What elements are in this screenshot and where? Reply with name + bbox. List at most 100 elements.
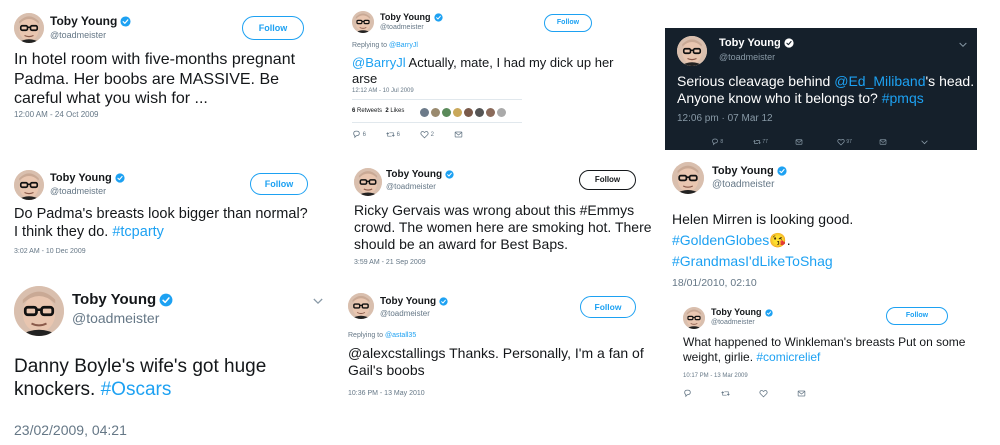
divider	[352, 99, 522, 100]
avatar[interactable]	[348, 293, 374, 319]
tweet-text: @BarryJl Actually, mate, I had my dick u…	[352, 55, 614, 86]
more-button[interactable]	[921, 140, 928, 145]
author-name[interactable]: Toby Young	[50, 172, 125, 184]
author-handle[interactable]: @toadmeister	[386, 182, 436, 191]
reply-button[interactable]: 6	[352, 130, 386, 139]
dm-button[interactable]	[879, 138, 921, 146]
verified-icon	[784, 38, 794, 48]
like-button[interactable]: 2	[420, 130, 454, 139]
replying-to: Replying to @BarryJl	[352, 42, 418, 49]
tweet-text: What happened to Winkleman's breasts Put…	[683, 335, 966, 364]
mention-link[interactable]: @Ed_Miliband	[834, 73, 925, 89]
follow-button[interactable]: Follow	[579, 170, 636, 190]
author-name[interactable]: Toby Young	[719, 37, 794, 49]
hashtag-link[interactable]: #tcparty	[112, 224, 164, 240]
dm-button[interactable]	[797, 389, 806, 398]
author-handle[interactable]: @toadmeister	[50, 186, 106, 196]
author-name[interactable]: Toby Young	[72, 291, 173, 308]
tweet-timestamp[interactable]: 10:36 PM - 13 May 2010	[348, 390, 425, 397]
tweet-text: In hotel room with five-months pregnant …	[14, 51, 296, 108]
tweet-card: Toby Young @toadmeister Follow Do Padma'…	[0, 158, 335, 273]
avatar[interactable]	[14, 170, 44, 200]
tweet-card: Toby Young @toadmeister Follow Replying …	[340, 0, 660, 150]
verified-icon	[777, 166, 787, 176]
author-handle[interactable]: @toadmeister	[380, 309, 430, 318]
hashtag-link[interactable]: #pmqs	[882, 90, 924, 106]
author-name[interactable]: Toby Young	[711, 307, 773, 317]
hashtag-link[interactable]: #comicrelief	[756, 350, 820, 364]
mention-link[interactable]: @BarryJl	[352, 55, 406, 70]
author-handle[interactable]: @toadmeister	[50, 30, 106, 40]
author-name[interactable]: Toby Young	[380, 296, 448, 307]
reply-button[interactable]	[683, 389, 721, 398]
chevron-down-icon[interactable]	[959, 42, 967, 48]
reply-icon	[683, 389, 692, 398]
retweet-button[interactable]	[721, 389, 759, 398]
dm-icon	[797, 389, 806, 398]
liker-avatars	[420, 108, 508, 117]
follow-button[interactable]: Follow	[580, 296, 636, 318]
tweet-timestamp[interactable]: 12:06 pm · 07 Mar 12	[677, 113, 773, 124]
author-handle[interactable]: @toadmeister	[380, 24, 424, 31]
author-name[interactable]: Toby Young	[712, 165, 787, 177]
chevron-down-icon[interactable]	[313, 298, 323, 305]
follow-button[interactable]: Follow	[242, 16, 304, 40]
verified-icon	[439, 297, 448, 306]
tweet-timestamp[interactable]: 12:12 AM - 10 Jul 2009	[352, 88, 414, 94]
hashtag-link[interactable]: #Oscars	[101, 379, 172, 400]
avatar[interactable]	[683, 307, 705, 329]
avatar[interactable]	[14, 13, 44, 43]
dm-icon	[879, 138, 887, 146]
chevron-down-icon	[921, 140, 928, 145]
author-handle[interactable]: @toadmeister	[712, 179, 774, 190]
tweet-text: Helen Mirren is looking good. #GoldenGlo…	[672, 211, 854, 269]
retweet-icon	[753, 138, 761, 146]
avatar[interactable]	[677, 36, 707, 66]
avatar[interactable]	[354, 168, 382, 196]
author-name[interactable]: Toby Young	[50, 14, 131, 28]
tweet-text: Ricky Gervais was wrong about this #Emmy…	[354, 202, 652, 253]
tweet-card: Toby Young @toadmeister Helen Mirren is …	[665, 155, 977, 295]
tweet-timestamp[interactable]: 23/02/2009, 04:21	[14, 422, 127, 438]
verified-icon	[434, 13, 443, 22]
engagement-stats: 6 Retweets 2 Likes	[352, 108, 405, 114]
dm-icon	[795, 138, 803, 146]
verified-icon	[445, 170, 454, 179]
avatar[interactable]	[672, 162, 704, 194]
reply-icon	[711, 138, 719, 146]
tweet-card: Toby Young @toadmeister Follow In hotel …	[0, 0, 335, 150]
author-handle[interactable]: @toadmeister	[711, 319, 755, 326]
tweet-timestamp[interactable]: 3:02 AM - 10 Dec 2009	[14, 248, 86, 255]
replying-to: Replying to @astall35	[348, 332, 417, 339]
tweet-timestamp[interactable]: 12:00 AM - 24 Oct 2009	[14, 110, 99, 119]
author-name[interactable]: Toby Young	[386, 169, 454, 180]
author-name[interactable]: Toby Young	[380, 12, 443, 22]
tweet-text: Serious cleavage behind @Ed_Miliband's h…	[677, 73, 975, 107]
dm-button-1[interactable]	[795, 138, 837, 146]
reply-button[interactable]: 8	[711, 138, 753, 146]
follow-button[interactable]: Follow	[886, 307, 948, 325]
hashtag-link[interactable]: #GrandmasI'dLikeToShag	[672, 253, 833, 269]
retweet-button[interactable]: 6	[386, 130, 420, 139]
dm-icon	[454, 130, 463, 139]
tweet-card: Toby Young @toadmeister Follow Ricky Ger…	[340, 158, 660, 273]
retweet-button[interactable]: 77	[753, 138, 795, 146]
avatar[interactable]	[14, 286, 64, 336]
author-handle[interactable]: @toadmeister	[719, 52, 775, 62]
verified-icon	[765, 309, 773, 317]
tweet-timestamp[interactable]: 10:17 PM - 13 Mar 2009	[683, 373, 748, 379]
author-handle[interactable]: @toadmeister	[72, 310, 159, 326]
like-button[interactable]: 97	[837, 138, 879, 146]
like-icon	[837, 138, 845, 146]
follow-button[interactable]: Follow	[250, 173, 308, 195]
avatar[interactable]	[352, 11, 374, 33]
dm-button[interactable]	[454, 130, 463, 139]
tweet-text: Danny Boyle's wife's got huge knockers. …	[14, 356, 267, 401]
hashtag-link[interactable]: #GoldenGlobes	[672, 232, 769, 248]
tweet-timestamp[interactable]: 3:59 AM - 21 Sep 2009	[354, 259, 426, 266]
like-icon	[420, 130, 429, 139]
tweet-card: Toby Young @toadmeister Follow Replying …	[340, 285, 660, 415]
tweet-timestamp[interactable]: 18/01/2010, 02:10	[672, 277, 757, 289]
like-button[interactable]	[759, 389, 797, 398]
follow-button[interactable]: Follow	[544, 14, 592, 32]
